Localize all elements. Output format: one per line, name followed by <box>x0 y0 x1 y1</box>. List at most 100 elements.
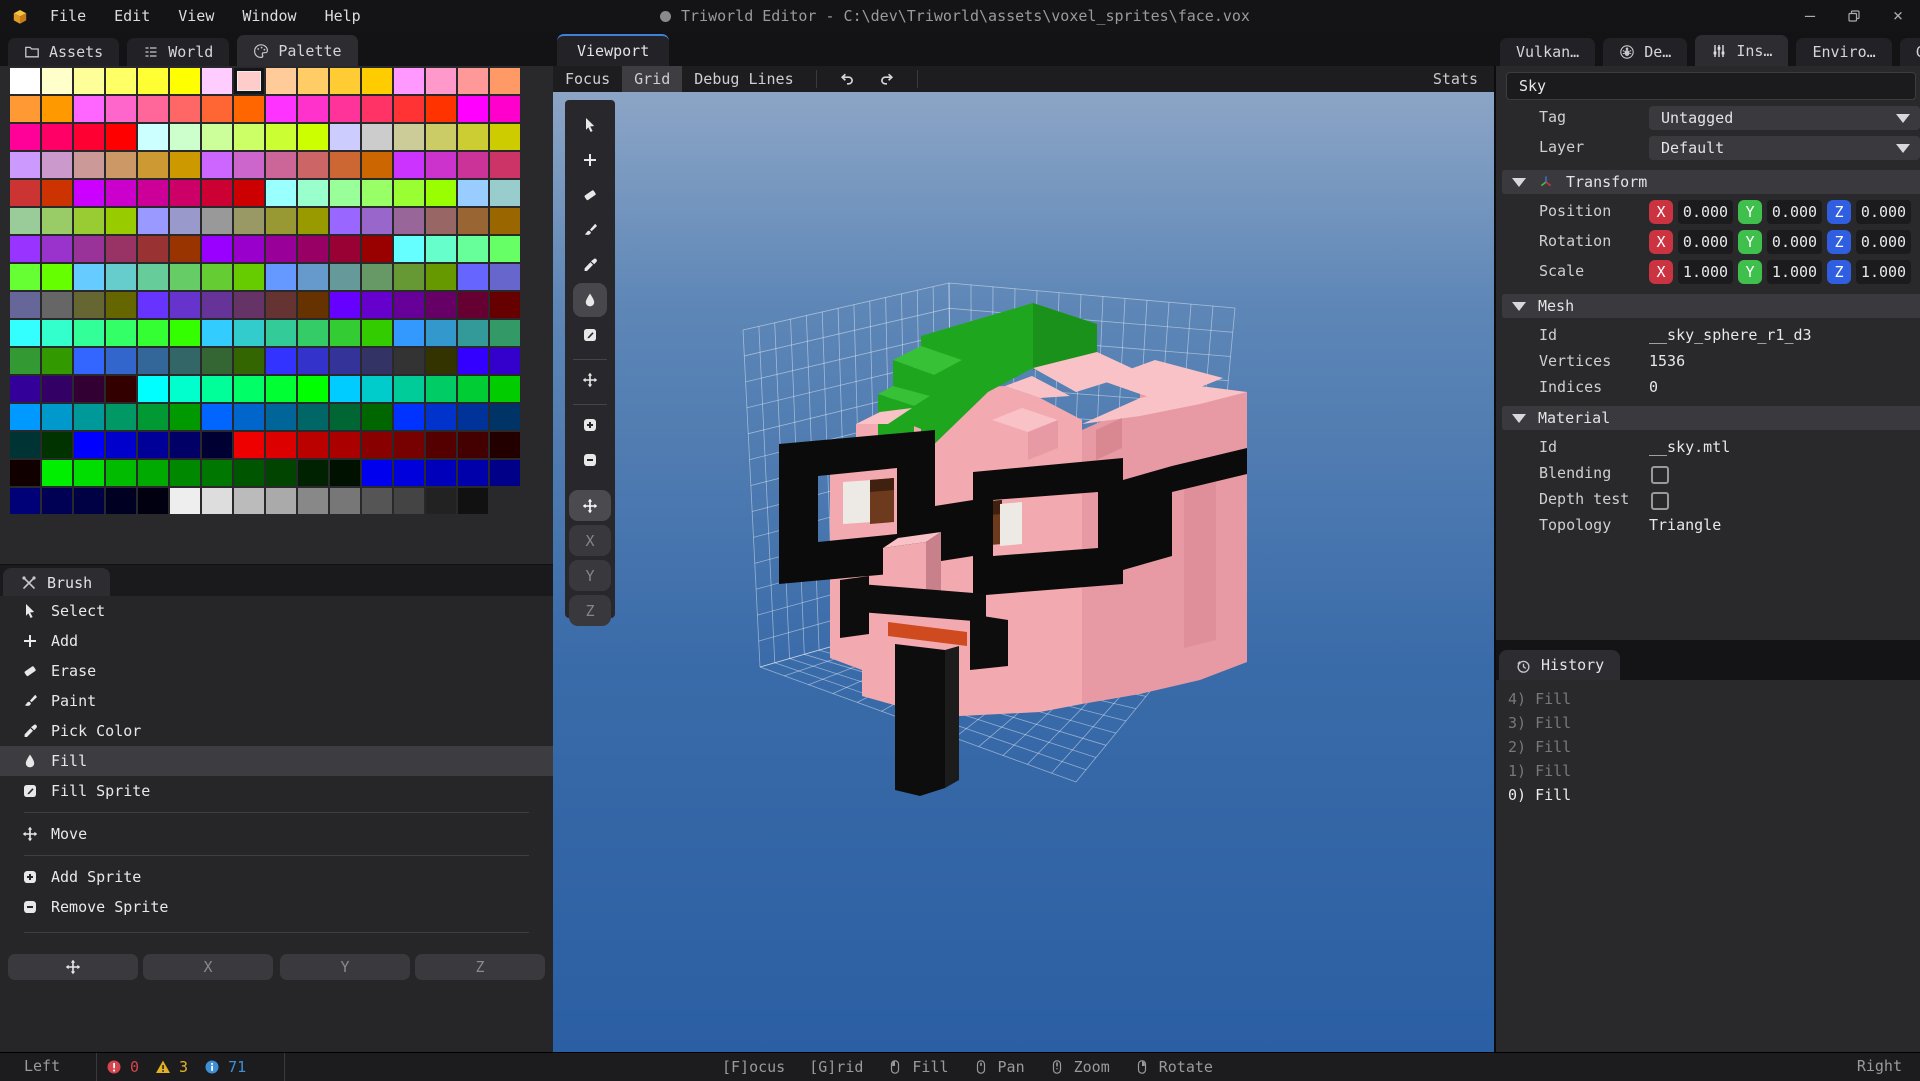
palette-swatch[interactable] <box>266 96 296 122</box>
palette-swatch[interactable] <box>426 348 456 374</box>
palette-swatch[interactable] <box>42 68 72 94</box>
palette-swatch[interactable] <box>362 460 392 486</box>
strip-tool-move[interactable] <box>577 367 603 393</box>
palette-swatch[interactable] <box>202 460 232 486</box>
palette-swatch[interactable] <box>394 180 424 206</box>
palette-swatch[interactable] <box>266 432 296 458</box>
palette-swatch[interactable] <box>266 348 296 374</box>
tab-assets[interactable]: Assets <box>8 38 119 66</box>
palette-swatch[interactable] <box>202 152 232 178</box>
palette-swatch[interactable] <box>266 320 296 346</box>
palette-swatch[interactable] <box>298 68 328 94</box>
palette-swatch[interactable] <box>138 432 168 458</box>
palette-swatch[interactable] <box>202 236 232 262</box>
palette-swatch[interactable] <box>330 124 360 150</box>
palette-swatch[interactable] <box>170 292 200 318</box>
palette-swatch[interactable] <box>170 236 200 262</box>
palette-swatch[interactable] <box>234 180 264 206</box>
palette-swatch[interactable] <box>234 124 264 150</box>
palette-swatch[interactable] <box>42 96 72 122</box>
palette-swatch[interactable] <box>330 376 360 402</box>
palette-swatch[interactable] <box>202 292 232 318</box>
palette-swatch[interactable] <box>458 208 488 234</box>
palette-swatch[interactable] <box>426 180 456 206</box>
palette-swatch[interactable] <box>426 96 456 122</box>
palette-swatch[interactable] <box>458 376 488 402</box>
palette-swatch[interactable] <box>426 488 456 514</box>
menu-help[interactable]: Help <box>311 0 375 32</box>
palette-swatch[interactable] <box>106 404 136 430</box>
palette-swatch[interactable] <box>330 236 360 262</box>
gizmo-button-x[interactable]: X <box>569 525 611 556</box>
palette-swatch[interactable] <box>458 488 488 514</box>
palette-swatch[interactable] <box>458 404 488 430</box>
palette-swatch[interactable] <box>394 68 424 94</box>
tab-viewport[interactable]: Viewport <box>557 34 669 66</box>
brush-tool-fill[interactable]: Fill <box>0 746 553 776</box>
palette-swatch[interactable] <box>202 376 232 402</box>
palette-swatch[interactable] <box>298 404 328 430</box>
palette-swatch[interactable] <box>394 96 424 122</box>
palette-swatch[interactable] <box>138 348 168 374</box>
palette-swatch[interactable] <box>234 320 264 346</box>
palette-swatch[interactable] <box>170 460 200 486</box>
strip-tool-add-sprite[interactable] <box>577 412 603 438</box>
palette-swatch[interactable] <box>266 460 296 486</box>
palette-swatch[interactable] <box>42 208 72 234</box>
palette-swatch[interactable] <box>298 348 328 374</box>
palette-swatch[interactable] <box>298 236 328 262</box>
palette-swatch[interactable] <box>10 320 40 346</box>
palette-swatch[interactable] <box>170 432 200 458</box>
palette-swatch[interactable] <box>362 208 392 234</box>
palette-swatch[interactable] <box>138 460 168 486</box>
palette-swatch[interactable] <box>10 264 40 290</box>
palette-swatch[interactable] <box>202 124 232 150</box>
palette-swatch[interactable] <box>138 264 168 290</box>
palette-swatch[interactable] <box>138 292 168 318</box>
undo-button[interactable] <box>827 66 867 92</box>
palette-swatch[interactable] <box>266 264 296 290</box>
palette-swatch[interactable] <box>138 404 168 430</box>
palette-swatch[interactable] <box>42 180 72 206</box>
palette-swatch[interactable] <box>106 68 136 94</box>
palette-swatch[interactable] <box>362 404 392 430</box>
strip-tool-eraser[interactable] <box>577 182 603 208</box>
palette-swatch[interactable] <box>74 460 104 486</box>
history-item[interactable]: 0) Fill <box>1508 786 1571 808</box>
palette-swatch[interactable] <box>298 488 328 514</box>
palette-swatch[interactable] <box>138 208 168 234</box>
palette-swatch[interactable] <box>42 236 72 262</box>
palette-swatch[interactable] <box>170 96 200 122</box>
palette-swatch[interactable] <box>74 376 104 402</box>
tab-enviro[interactable]: Enviro… <box>1796 38 1891 66</box>
palette-swatch[interactable] <box>74 348 104 374</box>
palette-swatch[interactable] <box>266 208 296 234</box>
palette-swatch[interactable] <box>202 96 232 122</box>
palette-swatch[interactable] <box>426 124 456 150</box>
palette-swatch[interactable] <box>458 348 488 374</box>
palette-swatch[interactable] <box>362 124 392 150</box>
palette-swatch[interactable] <box>426 152 456 178</box>
axis-value-y[interactable]: 0.000 <box>1767 200 1822 224</box>
section-header-transform[interactable]: Transform <box>1502 170 1920 194</box>
palette-swatch[interactable] <box>394 488 424 514</box>
palette-swatch[interactable] <box>394 292 424 318</box>
palette-swatch[interactable] <box>42 292 72 318</box>
palette-swatch[interactable] <box>234 348 264 374</box>
palette-swatch[interactable] <box>298 180 328 206</box>
palette-swatch[interactable] <box>138 180 168 206</box>
palette-swatch[interactable] <box>74 292 104 318</box>
palette-swatch[interactable] <box>74 96 104 122</box>
palette-swatch[interactable] <box>266 152 296 178</box>
tab-vulkan[interactable]: Vulkan… <box>1500 38 1595 66</box>
strip-tool-plus[interactable] <box>577 147 603 173</box>
palette-swatch[interactable] <box>170 376 200 402</box>
palette-swatch[interactable] <box>490 348 520 374</box>
viewport-button-debug-lines[interactable]: Debug Lines <box>682 66 805 92</box>
axis-button-x[interactable]: X <box>143 954 273 980</box>
tab-de[interactable]: De… <box>1603 38 1687 66</box>
palette-swatch[interactable] <box>202 320 232 346</box>
palette-swatch[interactable] <box>106 180 136 206</box>
palette-swatch[interactable] <box>426 404 456 430</box>
palette-swatch[interactable] <box>202 264 232 290</box>
